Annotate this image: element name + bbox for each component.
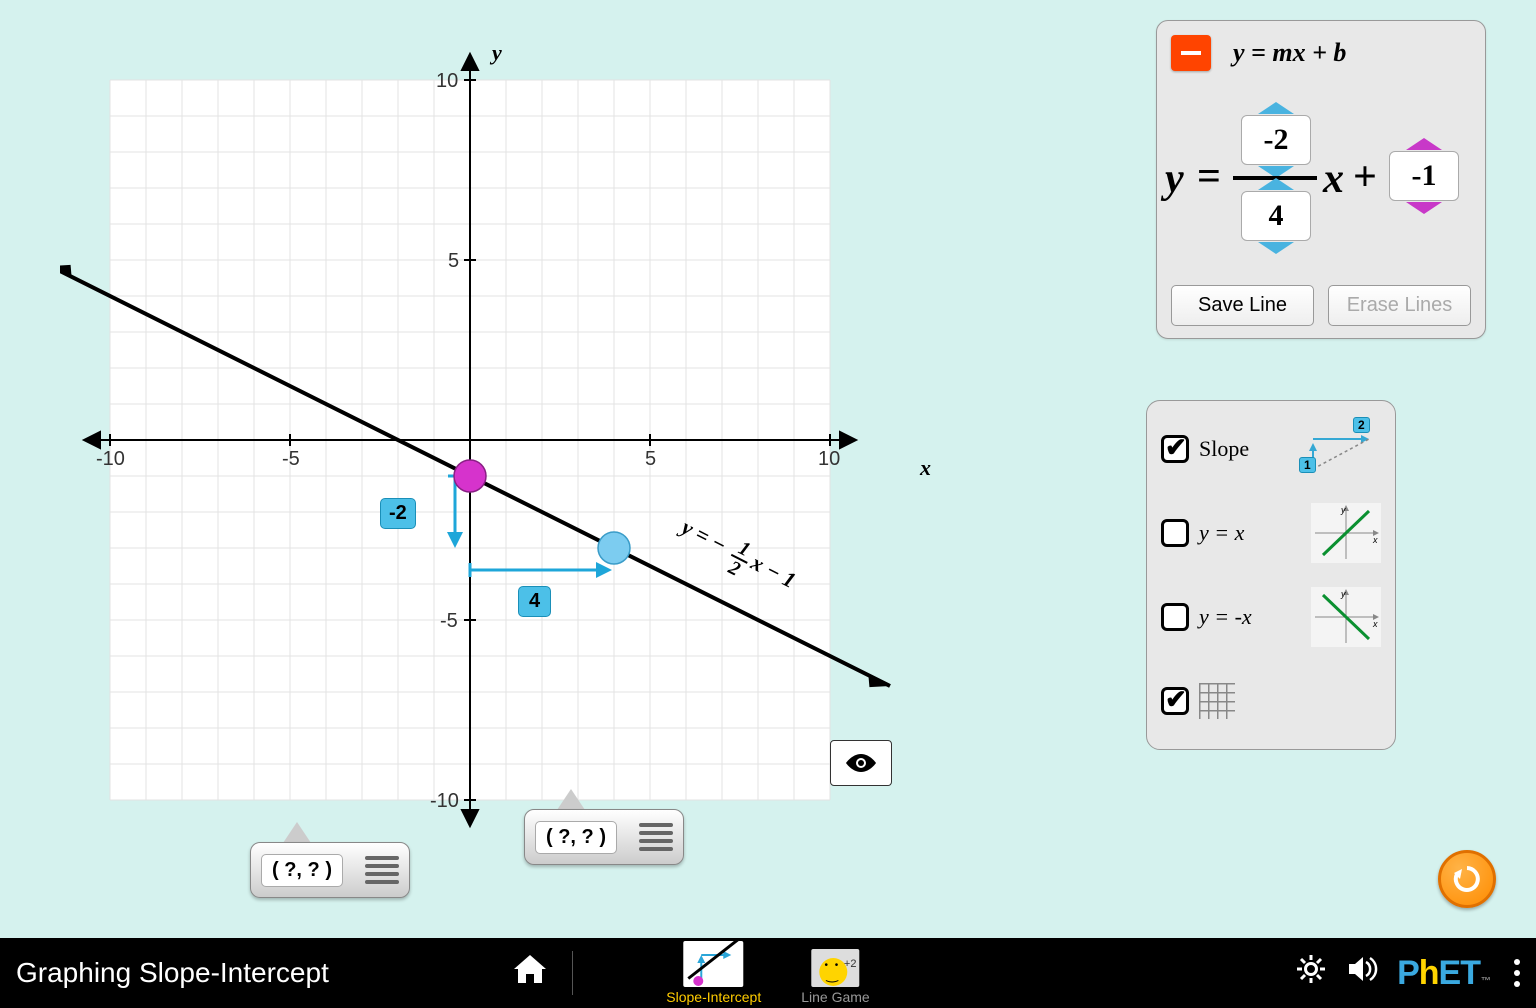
ynegx-option-row: y = -x yx	[1161, 587, 1381, 647]
svg-text:y: y	[1340, 505, 1346, 515]
point-tool-2-coord: ( ?, ? )	[535, 821, 617, 854]
options-button[interactable]	[1295, 953, 1327, 993]
run-value: 4	[1269, 199, 1284, 233]
yx-icon: yx	[1311, 503, 1381, 563]
screen-line-game[interactable]: +2 Line Game	[801, 949, 869, 1005]
save-line-button[interactable]: Save Line	[1171, 285, 1314, 326]
tick-neg10-y: -10	[430, 790, 459, 813]
screen2-label: Line Game	[801, 989, 869, 1005]
sim-title: Graphing Slope-Intercept	[16, 957, 329, 989]
slope-icon: 1 2	[1303, 419, 1381, 479]
run-up-arrow[interactable]	[1258, 178, 1294, 190]
point-tool-1-coord: ( ?, ? )	[261, 854, 343, 887]
interactive-equation: y = -2 4 x + -1	[1171, 79, 1471, 279]
tick-pos5-x: 5	[645, 448, 656, 471]
nav-divider	[572, 951, 573, 995]
svg-text:x: x	[1372, 535, 1378, 545]
ynegx-label: y = -x	[1199, 604, 1252, 630]
ynegx-icon: yx	[1311, 587, 1381, 647]
graph-svg[interactable]: y = − 1 2 x − 1	[60, 30, 960, 830]
tick-pos10-x: 10	[818, 448, 840, 471]
collapse-button[interactable]	[1171, 35, 1211, 71]
grip-icon	[365, 856, 399, 884]
ynegx-checkbox[interactable]	[1161, 603, 1189, 631]
y-axis-label: y	[492, 40, 502, 66]
eq-equals: =	[1197, 153, 1221, 201]
erase-lines-button[interactable]: Erase Lines	[1328, 285, 1471, 326]
eq-x: x	[1323, 155, 1344, 203]
run-down-arrow[interactable]	[1258, 242, 1294, 254]
tick-neg5-y: -5	[440, 610, 458, 633]
rise-value: -2	[1264, 123, 1289, 157]
reset-all-button[interactable]	[1438, 850, 1496, 908]
screen2-thumb: +2	[811, 949, 859, 987]
tick-pos5-y: 5	[448, 250, 459, 273]
nav-bar: Graphing Slope-Intercept Slope-Intercept…	[0, 938, 1536, 1008]
point-tool-2[interactable]: ( ?, ? )	[524, 809, 684, 865]
yx-option-row: y = x yx	[1161, 503, 1381, 563]
phet-menu-button[interactable]	[1514, 959, 1520, 987]
grid-option-row	[1161, 671, 1381, 731]
screen1-thumb	[684, 941, 744, 987]
x-axis-label: x	[920, 455, 931, 481]
rise-up-arrow[interactable]	[1258, 102, 1294, 114]
tick-pos10-y: 10	[436, 70, 458, 93]
options-panel: Slope 1 2 y = x yx y = -x yx	[1146, 400, 1396, 750]
graph-area: y = − 1 2 x − 1 y x -10 -5 5 10 10 5 -5 …	[60, 30, 960, 835]
eq-y: y	[1165, 155, 1184, 203]
run-badge: 4	[518, 586, 551, 617]
intercept-point[interactable]	[454, 460, 486, 492]
tick-neg5-x: -5	[282, 448, 300, 471]
intercept-spinner[interactable]: -1	[1389, 151, 1459, 201]
home-button[interactable]	[510, 951, 550, 996]
point-tool-visibility-button[interactable]	[830, 740, 892, 786]
eq-plus: +	[1353, 153, 1377, 201]
slope-option-row: Slope 1 2	[1161, 419, 1381, 479]
grid-icon	[1199, 683, 1235, 719]
grid-checkbox[interactable]	[1161, 687, 1189, 715]
yx-checkbox[interactable]	[1161, 519, 1189, 547]
equation-panel: y = mx + b y = -2 4 x + -1 Save Line Era…	[1156, 20, 1486, 339]
tick-neg10-x: -10	[96, 448, 125, 471]
slope-checkbox[interactable]	[1161, 435, 1189, 463]
intercept-up-arrow[interactable]	[1406, 138, 1442, 150]
intercept-value: -1	[1412, 159, 1437, 193]
phet-logo[interactable]: PhET ™	[1397, 954, 1490, 993]
svg-text:y: y	[1340, 589, 1346, 599]
slope-label: Slope	[1199, 436, 1249, 462]
run-spinner[interactable]: 4	[1241, 191, 1311, 241]
svg-text:x: x	[1372, 619, 1378, 629]
point-tool-1[interactable]: ( ?, ? )	[250, 842, 410, 898]
intercept-down-arrow[interactable]	[1406, 202, 1442, 214]
equation-form-label: y = mx + b	[1233, 38, 1346, 68]
audio-button[interactable]	[1345, 953, 1379, 993]
rise-spinner[interactable]: -2	[1241, 115, 1311, 165]
yx-label: y = x	[1199, 520, 1244, 546]
slope-point[interactable]	[598, 532, 630, 564]
grip-icon	[639, 823, 673, 851]
screen1-label: Slope-Intercept	[666, 989, 761, 1005]
rise-badge: -2	[380, 498, 416, 529]
screen-slope-intercept[interactable]: Slope-Intercept	[666, 941, 761, 1005]
